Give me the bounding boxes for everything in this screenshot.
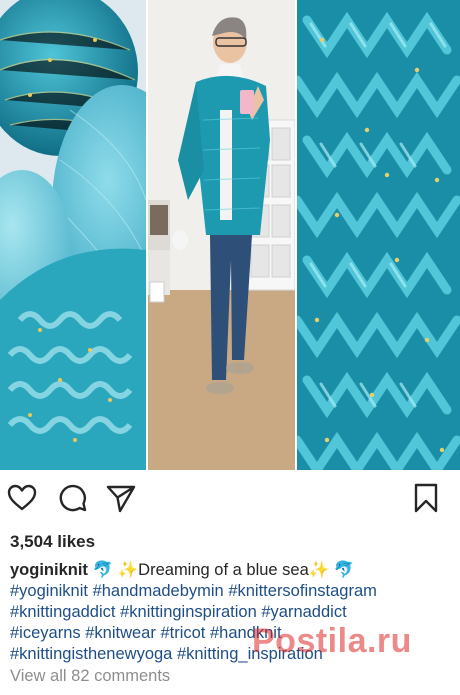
likes-count[interactable]: 3,504 likes (10, 532, 95, 552)
post-caption: yoginiknit 🐬 ✨Dreaming of a blue sea✨ 🐬 #… (10, 560, 450, 665)
view-all-comments-link[interactable]: View all 82 comments (10, 667, 170, 686)
heart-outline-icon (7, 484, 37, 511)
comment-button[interactable] (56, 482, 88, 514)
share-button[interactable] (105, 482, 137, 514)
like-button[interactable] (6, 482, 38, 514)
speech-bubble-icon (59, 484, 87, 512)
hashtag[interactable]: #yoginiknit (10, 582, 88, 600)
hashtag[interactable]: #iceyarns (10, 624, 81, 642)
caption-username[interactable]: yoginiknit (10, 561, 88, 579)
instagram-post: 3,504 likes yoginiknit 🐬 ✨Dreaming of a … (0, 0, 460, 695)
caption-text: 🐬 ✨Dreaming of a blue sea✨ 🐬 (87, 561, 355, 579)
hashtag[interactable]: #knitting_inspiration (177, 645, 323, 663)
yarn-balls-photo (0, 0, 146, 470)
hashtag[interactable]: #knitwear (85, 624, 156, 642)
hashtag[interactable]: #yarnaddict (261, 603, 346, 621)
bookmark-outline-icon (414, 483, 438, 513)
hashtag[interactable]: #knittinginspiration (120, 603, 257, 621)
save-button[interactable] (410, 482, 442, 514)
hashtag[interactable]: #handmadebymin (93, 582, 224, 600)
paper-plane-icon (106, 485, 136, 513)
hashtag[interactable]: #handknit (210, 624, 282, 642)
post-action-bar (0, 482, 460, 522)
knit-texture-photo (297, 0, 460, 470)
hashtag[interactable]: #knittersofinstagram (228, 582, 377, 600)
hashtag[interactable]: #knittingaddict (10, 603, 116, 621)
post-photo-collage[interactable] (0, 0, 460, 470)
hashtag[interactable]: #tricot (160, 624, 205, 642)
woman-in-cardigan-photo (148, 0, 295, 470)
hashtag[interactable]: #knittingisthenewyoga (10, 645, 172, 663)
